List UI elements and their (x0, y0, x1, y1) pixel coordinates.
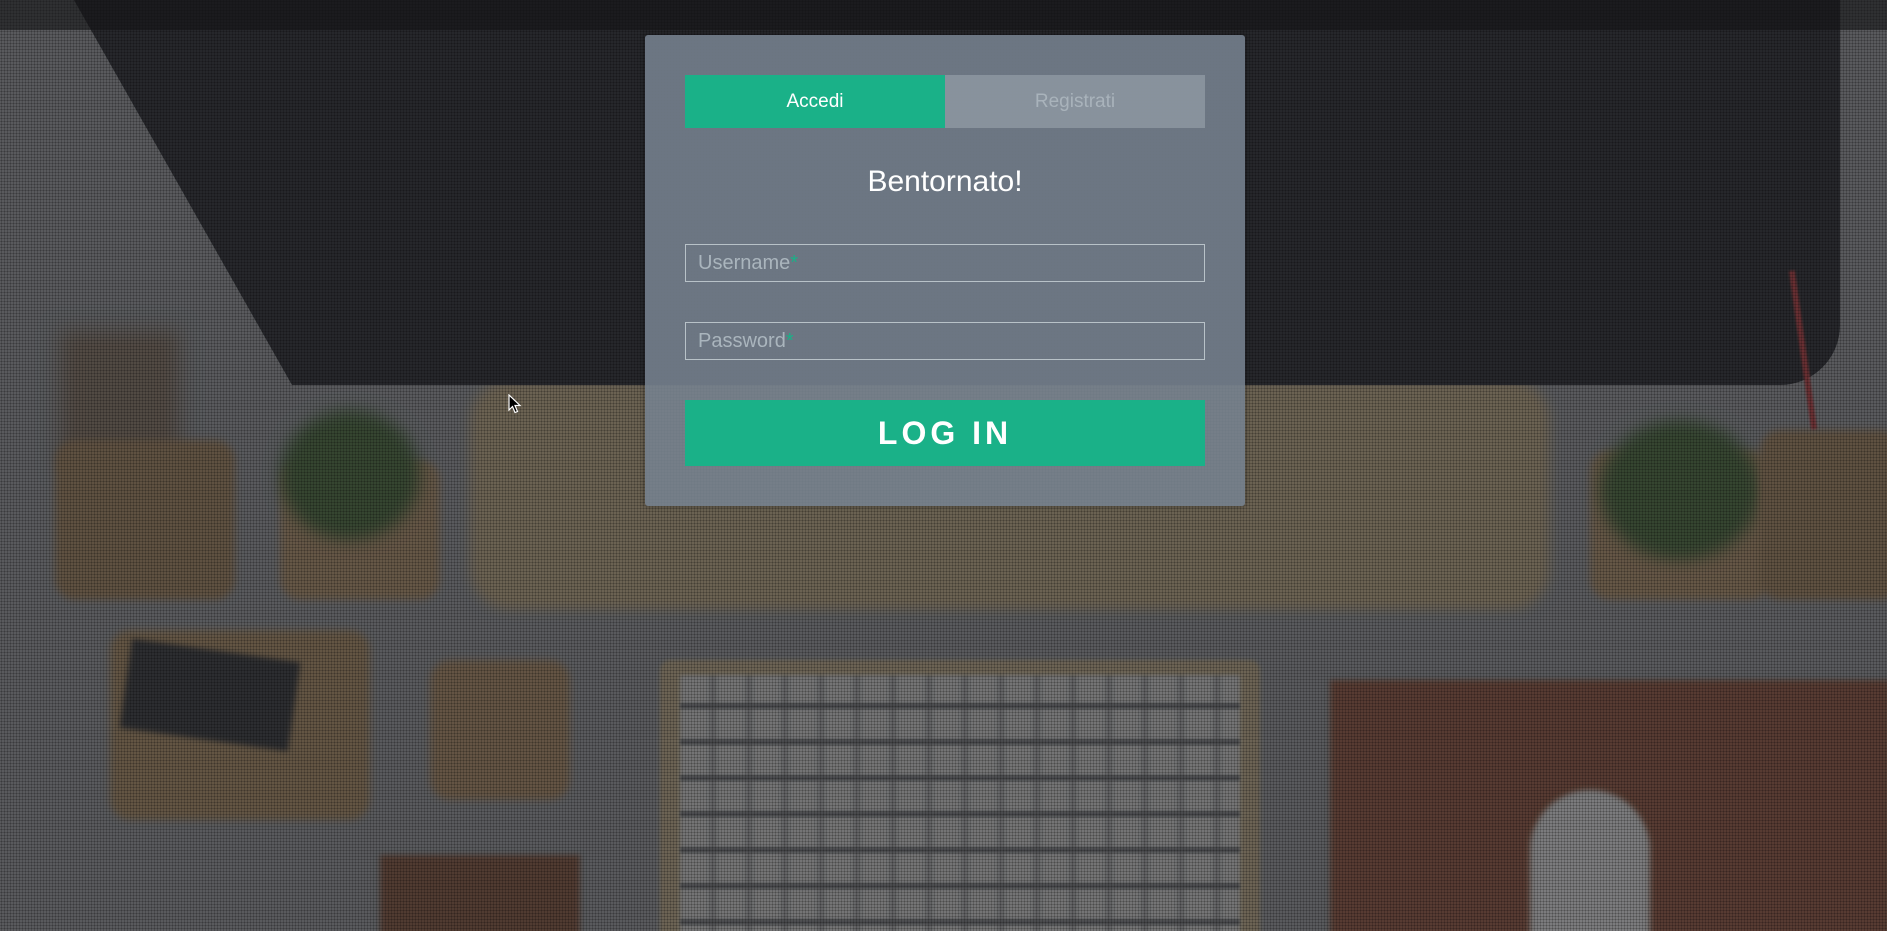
tab-register[interactable]: Registrati (945, 75, 1205, 128)
username-input[interactable] (686, 245, 1204, 281)
tab-bar: Accedi Registrati (685, 75, 1205, 128)
top-bar (0, 0, 1887, 30)
login-button[interactable]: LOG IN (685, 400, 1205, 466)
password-input[interactable] (686, 323, 1204, 359)
tab-login[interactable]: Accedi (685, 75, 945, 128)
page-title: Bentornato! (867, 165, 1023, 198)
login-card: Accedi Registrati Bentornato! Username* … (645, 35, 1245, 506)
username-field[interactable]: Username* (685, 244, 1205, 282)
password-field[interactable]: Password* (685, 322, 1205, 360)
